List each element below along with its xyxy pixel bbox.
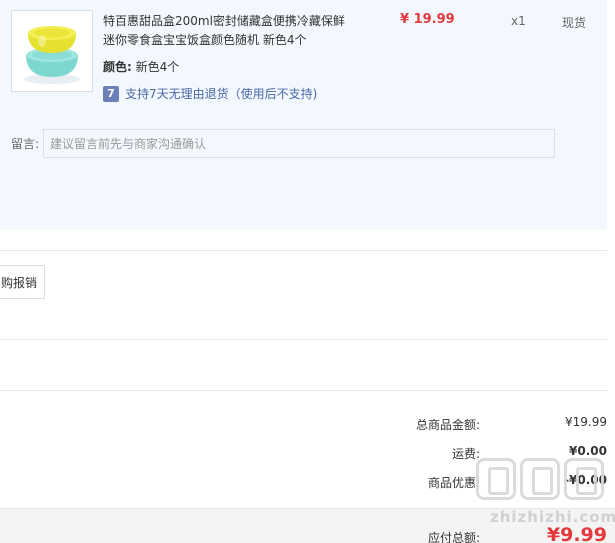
return-policy[interactable]: 7 支持7天无理由退货（使用后不支持) — [103, 85, 317, 102]
color-label: 颜色: — [103, 60, 132, 74]
color-value: 新色4个 — [135, 60, 180, 74]
product-quantity: x1 — [511, 14, 526, 28]
discount-label: 商品优惠: — [427, 476, 480, 490]
goods-total-label: 总商品金额: — [415, 418, 480, 432]
message-input[interactable] — [43, 129, 555, 158]
message-label: 留言: — [11, 137, 40, 151]
product-thumbnail[interactable] — [11, 10, 93, 92]
product-title-line2[interactable]: 迷你零食盒宝宝饭盒颜色随机 新色4个 — [103, 31, 306, 48]
tupperware-bowls-image — [24, 26, 80, 84]
invoice-button[interactable]: 购报销 — [0, 265, 45, 299]
divider — [0, 390, 607, 391]
payable-amount: ¥9.99 — [546, 524, 607, 543]
seven-day-return-icon: 7 — [103, 85, 119, 102]
divider — [0, 250, 607, 251]
product-title-line1[interactable]: 特百惠甜品盒200ml密封储藏盒便携冷藏保鲜 — [103, 12, 345, 29]
goods-total-value: ¥19.99 — [565, 415, 607, 429]
divider — [0, 339, 607, 340]
product-price: ¥ 19.99 — [400, 12, 455, 27]
shipping-label: 运费: — [451, 447, 480, 461]
order-item-panel: 特百惠甜品盒200ml密封储藏盒便携冷藏保鲜 迷你零食盒宝宝饭盒颜色随机 新色4… — [0, 0, 607, 230]
payable-label: 应付总额: — [427, 531, 480, 543]
shipping-value: ¥0.00 — [569, 444, 607, 458]
discount-value: -¥0.00 — [564, 473, 607, 487]
payment-bar: 应付总额: ¥9.99 — [0, 508, 615, 543]
product-color: 颜色: 新色4个 — [103, 58, 179, 75]
return-policy-text: 支持7天无理由退货（使用后不支持) — [125, 87, 318, 101]
stock-status: 现货 — [562, 16, 587, 30]
